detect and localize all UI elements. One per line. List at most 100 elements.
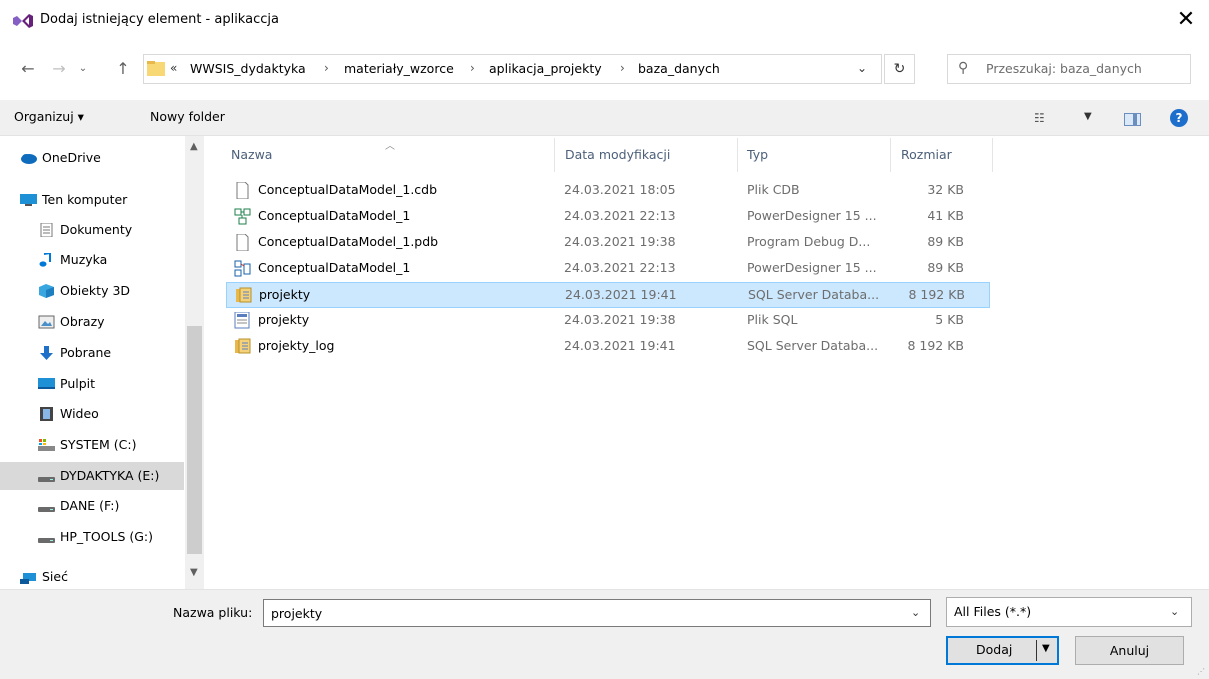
scrollbar-thumb[interactable] [187,326,202,554]
sidebar-item[interactable]: Ten komputer [0,186,184,214]
recent-locations-chevron-icon[interactable]: ⌄ [72,56,94,82]
column-header-date[interactable]: Data modyfikacji [565,147,670,162]
column-divider[interactable] [737,138,738,172]
sidebar-item[interactable]: Obrazy [0,308,184,336]
file-type-cell: Plik SQL [747,312,798,327]
scroll-up-icon[interactable]: ▲ [190,141,198,152]
sidebar-item[interactable]: Sieć [0,563,184,591]
file-size-cell: 5 KB [935,312,964,327]
file-name-cell: ConceptualDataModel_1 [258,260,411,275]
search-placeholder: Przeszukaj: baza_danych [986,61,1142,76]
column-header-size[interactable]: Rozmiar [901,147,952,162]
file-name-cell: projekty [258,312,310,327]
cloud-icon [20,151,37,165]
help-icon[interactable]: ? [1170,109,1188,127]
forward-arrow-icon[interactable]: → [48,56,70,82]
file-size-cell: 32 KB [927,182,964,197]
file-date-cell: 24.03.2021 22:13 [564,208,676,223]
resize-grip-icon[interactable]: ⋰ [1197,667,1205,676]
up-arrow-icon[interactable]: ↑ [112,56,134,82]
column-divider[interactable] [890,138,891,172]
close-button[interactable]: ✕ [1170,6,1202,36]
add-button-label[interactable]: Dodaj [976,642,1012,657]
scroll-down-icon[interactable]: ▼ [190,567,198,578]
network-icon [20,570,37,584]
breadcrumb-separator[interactable]: › [620,61,625,75]
breadcrumb-item-aplikacja[interactable]: aplikacja_projekty [489,61,602,76]
video-icon [38,407,55,421]
preview-pane-icon[interactable] [1124,113,1141,126]
sql-database-icon [235,287,252,304]
sidebar-item[interactable]: Pobrane [0,339,184,367]
table-row[interactable]: ConceptualDataModel_1.cdb 24.03.2021 18:0… [226,178,990,204]
sort-ascending-icon: ︿ [385,141,395,152]
file-type-cell: Plik CDB [747,182,800,197]
column-header-type[interactable]: Typ [747,147,768,162]
file-type-chevron-icon[interactable]: ⌄ [1170,605,1179,618]
organize-button[interactable]: Organizuj ▾ [14,109,84,124]
breadcrumb-overflow[interactable]: « [170,61,177,75]
column-divider[interactable] [992,138,993,172]
file-size-cell: 41 KB [927,208,964,223]
new-folder-button[interactable]: Nowy folder [150,109,225,124]
sidebar-item[interactable]: Pulpit [0,370,184,398]
back-arrow-icon[interactable]: ← [17,56,39,82]
breadcrumb-item-wwsis[interactable]: WWSIS_dydaktyka [190,61,306,76]
file-type-cell: SQL Server Databa... [748,287,880,302]
file-type-cell: PowerDesigner 15 ... [747,208,877,223]
refresh-icon[interactable]: ↻ [884,54,915,84]
table-row[interactable]: projekty 24.03.2021 19:41 SQL Server Datab… [226,282,990,308]
sidebar-item-label: Muzyka [60,252,108,267]
table-row[interactable]: ConceptualDataModel_1.pdb 24.03.2021 19:3… [226,230,990,256]
cancel-button[interactable]: Anuluj [1075,636,1184,665]
sidebar-item[interactable]: HP_TOOLS (G:) [0,523,184,551]
documents-icon [38,222,55,238]
pictures-icon [38,315,55,329]
file-date-cell: 24.03.2021 19:38 [564,234,676,249]
file-type-cell: Program Debug D... [747,234,871,249]
music-icon [38,251,55,267]
filename-label: Nazwa pliku: [173,605,253,620]
sidebar-item-label: Sieć [42,569,68,584]
address-history-chevron-icon[interactable]: ⌄ [857,61,867,75]
breadcrumb-item-baza[interactable]: baza_danych [638,61,720,76]
download-icon [38,346,55,360]
file-name-cell: ConceptualDataModel_1 [258,208,411,223]
sql-script-icon [234,311,251,329]
powerdesigner-cdm-icon [234,208,251,225]
folder-icon [147,61,165,76]
file-date-cell: 24.03.2021 22:13 [564,260,676,275]
breadcrumb-separator[interactable]: › [470,61,475,75]
sidebar-item[interactable]: DANE (F:) [0,492,184,520]
visual-studio-icon [13,14,33,28]
sidebar-item-label: DANE (F:) [60,498,120,513]
file-date-cell: 24.03.2021 19:38 [564,312,676,327]
table-row[interactable]: projekty 24.03.2021 19:38 Plik SQL 5 KB [226,308,990,334]
sidebar-item[interactable]: Muzyka [0,246,184,274]
sidebar-item[interactable]: DYDAKTYKA (E:) [0,462,184,490]
table-row[interactable]: ConceptualDataModel_1 24.03.2021 22:13 Pow… [226,256,990,282]
table-row[interactable]: projekty_log 24.03.2021 19:41 SQL Server D… [226,334,990,360]
sidebar-item-label: DYDAKTYKA (E:) [60,468,160,483]
file-date-cell: 24.03.2021 18:05 [564,182,676,197]
column-header-name[interactable]: Nazwa [231,147,272,162]
filename-input[interactable] [263,599,931,627]
view-dropdown-icon[interactable]: ▼ [1084,111,1092,122]
sidebar-item[interactable]: Obiekty 3D [0,277,184,305]
sidebar-item[interactable]: Wideo [0,400,184,428]
sidebar-item-label: Wideo [60,406,99,421]
file-name-cell: ConceptualDataModel_1.cdb [258,182,438,197]
sidebar-item[interactable]: Dokumenty [0,216,184,244]
breadcrumb-separator[interactable]: › [324,61,329,75]
add-options-dropdown-icon[interactable]: ▼ [1042,643,1050,654]
filename-dropdown-icon[interactable]: ⌄ [911,606,920,619]
column-divider[interactable] [554,138,555,172]
sidebar-item[interactable]: SYSTEM (C:) [0,431,184,459]
file-name-cell: projekty_log [258,338,335,353]
view-options-icon[interactable]: ☷ [1034,111,1045,125]
breadcrumb-item-materialy[interactable]: materiały_wzorce [344,61,454,76]
table-row[interactable]: ConceptualDataModel_1 24.03.2021 22:13 Pow… [226,204,990,230]
sidebar-item[interactable]: OneDrive [0,144,184,172]
window-title: Dodaj istniejący element - aplikaccja [40,12,279,27]
blank-file-icon [234,181,251,200]
